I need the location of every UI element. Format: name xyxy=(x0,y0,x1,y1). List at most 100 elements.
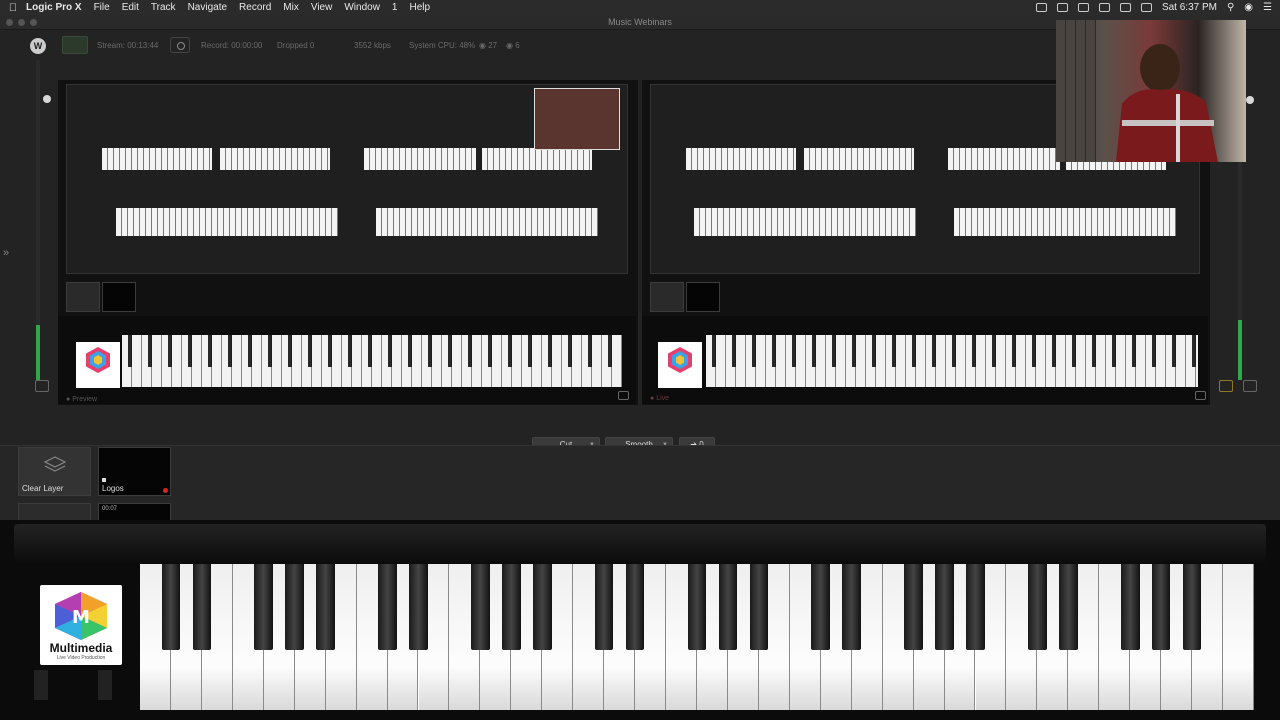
shot-next-1[interactable] xyxy=(18,503,91,521)
menu-edit[interactable]: Edit xyxy=(122,2,139,13)
cpu-readout: System CPU: 48% xyxy=(409,41,476,50)
count-a: 27 xyxy=(488,41,498,50)
piano-black-key xyxy=(285,564,304,650)
piano-black-key xyxy=(966,564,985,650)
speaker-icon[interactable] xyxy=(1219,380,1233,392)
piano-black-key xyxy=(316,564,335,650)
preview-logo xyxy=(76,342,120,388)
live-indicator-dot xyxy=(163,488,168,493)
live-monitor-icon[interactable] xyxy=(1195,391,1206,400)
piano-black-key xyxy=(1059,564,1078,650)
preview-headphones-icon[interactable] xyxy=(35,380,49,392)
live-mini-keys-1 xyxy=(686,148,796,170)
piano-black-key xyxy=(935,564,954,650)
minimize-window-icon[interactable] xyxy=(18,19,25,26)
app-logo-icon: W xyxy=(30,38,46,54)
preview-mini-keys-1 xyxy=(102,148,212,170)
multimedia-hex-icon: M xyxy=(55,592,107,640)
preview-volume-slider[interactable] xyxy=(43,95,51,103)
piano-black-key xyxy=(1182,564,1202,650)
notification-center-icon[interactable]: ☰ xyxy=(1263,2,1272,13)
live-mini-keys-3 xyxy=(948,148,1060,170)
menu-help[interactable]: Help xyxy=(409,2,430,13)
live-mini-shot-logos xyxy=(686,282,720,312)
preview-nested-webcam xyxy=(534,88,620,150)
menu-bar:  Logic Pro X File Edit Track Navigate R… xyxy=(0,0,1280,15)
webcam-overlay xyxy=(1056,20,1246,162)
piano-pedal-right xyxy=(98,670,112,700)
stream-time: Stream: 00:13:44 xyxy=(97,41,159,50)
wifi-icon[interactable] xyxy=(1119,3,1131,12)
dropped-frames: Dropped 0 xyxy=(277,41,315,50)
piano-keyboard xyxy=(140,564,1254,710)
airplay-icon[interactable] xyxy=(1077,3,1089,12)
person-silhouette xyxy=(1116,44,1218,162)
stream-button[interactable] xyxy=(62,36,88,54)
piano-black-key xyxy=(594,564,614,650)
menu-file[interactable]: File xyxy=(94,2,110,13)
shot-label-clear-layer: Clear Layer xyxy=(22,484,64,493)
spotlight-icon[interactable]: ⚲ xyxy=(1227,2,1234,13)
bitrate-readout: 3552 kbps xyxy=(354,41,391,50)
menu-track[interactable]: Track xyxy=(151,2,176,13)
bluetooth-icon[interactable] xyxy=(1098,3,1110,12)
menu-record[interactable]: Record xyxy=(239,2,271,13)
piano-white-key xyxy=(1223,564,1254,710)
menu-1[interactable]: 1 xyxy=(392,2,398,13)
webcam-background-panel xyxy=(1056,20,1096,162)
live-label: ● Live xyxy=(650,395,670,402)
preview-mini-keys-6 xyxy=(376,208,598,236)
piano-black-key xyxy=(471,564,490,650)
piano-body xyxy=(14,524,1266,566)
live-mini-keys-5 xyxy=(694,208,916,236)
shot-logos[interactable]: Logos xyxy=(98,447,171,496)
live-mini-keys-2 xyxy=(804,148,914,170)
live-volume-slider[interactable] xyxy=(1246,96,1254,104)
piano-black-key xyxy=(502,564,521,650)
piano-black-key xyxy=(192,564,212,650)
shot-clear-layer[interactable]: Clear Layer xyxy=(18,447,91,496)
piano-black-key xyxy=(687,564,707,650)
menu-navigate[interactable]: Navigate xyxy=(188,2,227,13)
shot-timer: 00:07 xyxy=(102,506,118,512)
menu-app-name[interactable]: Logic Pro X xyxy=(26,2,82,13)
piano-black-key xyxy=(409,564,428,650)
menu-window[interactable]: Window xyxy=(344,2,380,13)
live-label-text: Live xyxy=(656,395,670,402)
multimedia-hex-icon xyxy=(86,347,110,373)
shot-next-2[interactable]: 00:07 xyxy=(98,503,171,521)
piano-black-key xyxy=(749,564,769,650)
close-window-icon[interactable] xyxy=(6,19,13,26)
preview-big-keys xyxy=(122,335,622,387)
window-title: Music Webinars xyxy=(608,17,672,27)
battery-icon[interactable] xyxy=(1140,3,1152,12)
piano-black-key xyxy=(811,564,831,650)
record-time: Record: 00:00:00 xyxy=(201,41,263,50)
apple-icon[interactable]:  xyxy=(0,2,26,14)
live-big-keys xyxy=(706,335,1198,387)
svg-text:M: M xyxy=(72,607,90,628)
count-a-badge: ◉ 27 xyxy=(479,41,498,50)
zoom-window-icon[interactable] xyxy=(30,19,37,26)
siri-icon[interactable]: ◉ xyxy=(1244,2,1253,13)
shot-bin: Clear Layer Logos 00:07 xyxy=(0,445,1280,521)
preview-monitor-icon[interactable] xyxy=(618,391,629,400)
menu-mix[interactable]: Mix xyxy=(283,2,299,13)
piano-black-key xyxy=(718,564,738,650)
piano-black-key xyxy=(378,564,397,650)
preview-panel[interactable] xyxy=(58,80,638,405)
record-button[interactable] xyxy=(170,37,190,53)
preview-label-text: Preview xyxy=(72,396,98,403)
live-headphones-icon[interactable] xyxy=(1243,380,1257,392)
piano-black-key xyxy=(532,564,552,650)
expand-chevron-icon[interactable]: » xyxy=(3,247,9,259)
preview-mini-keys-2 xyxy=(220,148,330,170)
creative-cloud-icon[interactable] xyxy=(1035,3,1047,12)
piano-black-key xyxy=(254,564,274,650)
piano-black-key xyxy=(1151,564,1171,650)
menu-view[interactable]: View xyxy=(311,2,333,13)
piano-black-key xyxy=(161,564,181,650)
menu-clock[interactable]: Sat 6:37 PM xyxy=(1162,2,1217,13)
preview-mini-shot-logos xyxy=(102,282,136,312)
screen-record-icon[interactable] xyxy=(1056,3,1068,12)
